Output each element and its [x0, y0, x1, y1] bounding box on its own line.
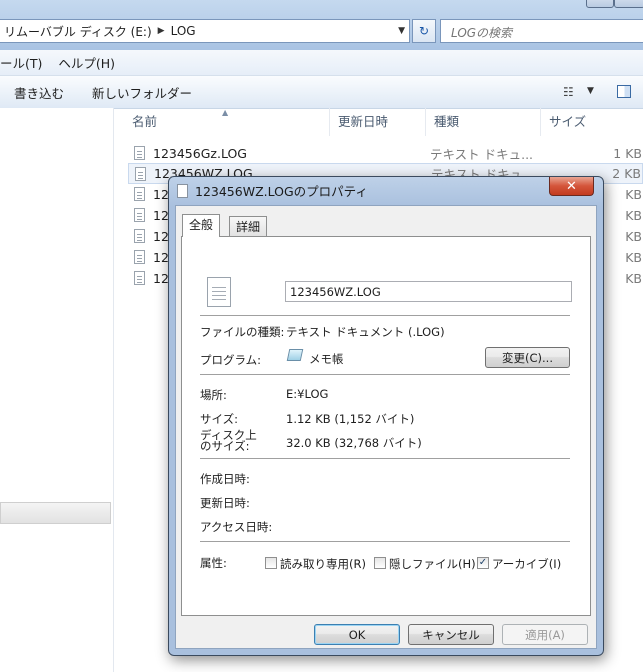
- file-size: KB: [625, 229, 642, 244]
- tab-details[interactable]: 詳細: [229, 216, 268, 237]
- column-header-modified[interactable]: 更新日時: [330, 108, 426, 136]
- text-file-icon: [134, 271, 145, 285]
- size-label: サイズ:: [200, 412, 239, 426]
- modified-label: 更新日時:: [200, 496, 250, 510]
- sort-ascending-icon: ▲: [222, 108, 229, 117]
- column-header-type[interactable]: 種類: [426, 108, 541, 136]
- dialog-body: 全般 詳細 ファイルの種類: テキスト ドキュメント (.LOG) プログラム:…: [175, 205, 597, 649]
- accessed-label: アクセス日時:: [200, 520, 273, 534]
- location-label: 場所:: [200, 388, 227, 402]
- window-close-button[interactable]: [614, 0, 643, 8]
- divider: [200, 458, 570, 460]
- text-file-icon: [134, 146, 145, 160]
- column-header-size[interactable]: サイズ: [541, 108, 643, 136]
- menu-help[interactable]: ヘルプ(H): [50, 53, 123, 72]
- maximize-button[interactable]: [586, 0, 614, 8]
- disk-size-label-line2: のサイズ:: [200, 439, 250, 453]
- hidden-label[interactable]: 隠しファイル(H): [389, 556, 476, 572]
- command-bar: 書き込む 新しいフォルダー: [0, 76, 643, 109]
- divider: [200, 374, 570, 376]
- file-name: 12: [153, 229, 169, 244]
- breadcrumb-separator-icon[interactable]: ▶: [152, 26, 171, 36]
- checkmark-icon: ✓: [478, 557, 488, 568]
- burn-button[interactable]: 書き込む: [0, 83, 78, 102]
- divider: [200, 541, 570, 543]
- refresh-button[interactable]: ↻: [412, 19, 436, 43]
- column-headers: 名前 更新日時 種類 サイズ: [124, 108, 643, 136]
- address-dropdown-icon[interactable]: ▼: [398, 26, 405, 36]
- size-value: 1.12 KB (1,152 バイト): [286, 412, 415, 426]
- text-file-icon: [134, 187, 145, 201]
- notepad-icon: [286, 349, 304, 361]
- text-file-large-icon: [207, 277, 231, 307]
- navigation-pane: [0, 108, 114, 672]
- program-label: プログラム:: [200, 353, 262, 367]
- file-row[interactable]: 123456Gz.LOG テキスト ドキュ... 1 KB: [128, 143, 643, 164]
- program-value: メモ帳: [309, 352, 344, 366]
- file-name: 12: [153, 208, 169, 223]
- file-type-label: ファイルの種類:: [200, 325, 285, 339]
- created-label: 作成日時:: [200, 472, 250, 486]
- tab-general[interactable]: 全般: [182, 214, 221, 237]
- menu-tools[interactable]: ール(T): [0, 53, 50, 72]
- hidden-checkbox[interactable]: [374, 557, 386, 569]
- file-name: 12: [153, 250, 169, 265]
- file-type-value: テキスト ドキュメント (.LOG): [286, 325, 445, 339]
- dialog-title-bar[interactable]: 123456WZ.LOGのプロパティ: [177, 181, 368, 200]
- read-only-label[interactable]: 読み取り専用(R): [280, 556, 366, 572]
- properties-dialog: 123456WZ.LOGのプロパティ ✕ 全般 詳細 ファイルの種類: テキスト…: [168, 176, 604, 656]
- breadcrumb-folder[interactable]: LOG: [171, 24, 196, 38]
- view-dropdown-icon[interactable]: ▼: [587, 86, 594, 96]
- refresh-icon: ↻: [418, 24, 430, 38]
- archive-label[interactable]: アーカイブ(I): [492, 556, 561, 572]
- text-file-icon: [134, 250, 145, 264]
- disk-size-value: 32.0 KB (32,768 バイト): [286, 436, 422, 450]
- file-size: KB: [625, 271, 642, 286]
- ok-button[interactable]: OK: [314, 624, 400, 645]
- file-name: 123456Gz.LOG: [153, 146, 247, 161]
- view-options-icon[interactable]: ☷: [563, 85, 574, 99]
- file-size: 1 KB: [613, 146, 642, 161]
- file-type: テキスト ドキュ...: [430, 147, 534, 162]
- file-size: 2 KB: [612, 166, 641, 181]
- disk-size-label: ディスク上 のサイズ:: [200, 429, 257, 453]
- breadcrumb-drive[interactable]: リムーバブル ディスク (E:): [0, 23, 152, 40]
- file-size: KB: [625, 187, 642, 202]
- filename-field[interactable]: [285, 281, 572, 302]
- attributes-label: 属性:: [200, 556, 227, 570]
- text-file-icon: [134, 229, 145, 243]
- address-bar[interactable]: リムーバブル ディスク (E:) ▶ LOG ▼: [0, 19, 410, 43]
- new-folder-button[interactable]: 新しいフォルダー: [78, 83, 206, 102]
- preview-pane-icon[interactable]: [617, 85, 631, 98]
- location-value: E:¥LOG: [286, 387, 329, 401]
- search-input[interactable]: [440, 19, 643, 43]
- dialog-close-button[interactable]: ✕: [549, 177, 594, 196]
- cancel-button[interactable]: キャンセル: [408, 624, 494, 645]
- dialog-title: 123456WZ.LOGのプロパティ: [195, 184, 368, 199]
- text-file-icon: [135, 167, 146, 181]
- file-size: KB: [625, 208, 642, 223]
- nav-pane-scrollbar[interactable]: [0, 502, 111, 524]
- file-name: 12: [153, 187, 169, 202]
- change-program-button[interactable]: 変更(C)...: [485, 347, 570, 368]
- file-name: 12: [153, 271, 169, 286]
- read-only-checkbox[interactable]: [265, 557, 277, 569]
- menu-bar: ール(T) ヘルプ(H): [0, 50, 643, 76]
- file-size: KB: [625, 250, 642, 265]
- archive-checkbox[interactable]: ✓: [477, 557, 489, 569]
- divider: [200, 315, 570, 317]
- document-icon: [177, 183, 188, 198]
- apply-button[interactable]: 適用(A): [502, 624, 588, 645]
- text-file-icon: [134, 208, 145, 222]
- general-tab-panel: ファイルの種類: テキスト ドキュメント (.LOG) プログラム: メモ帳 変…: [181, 236, 591, 616]
